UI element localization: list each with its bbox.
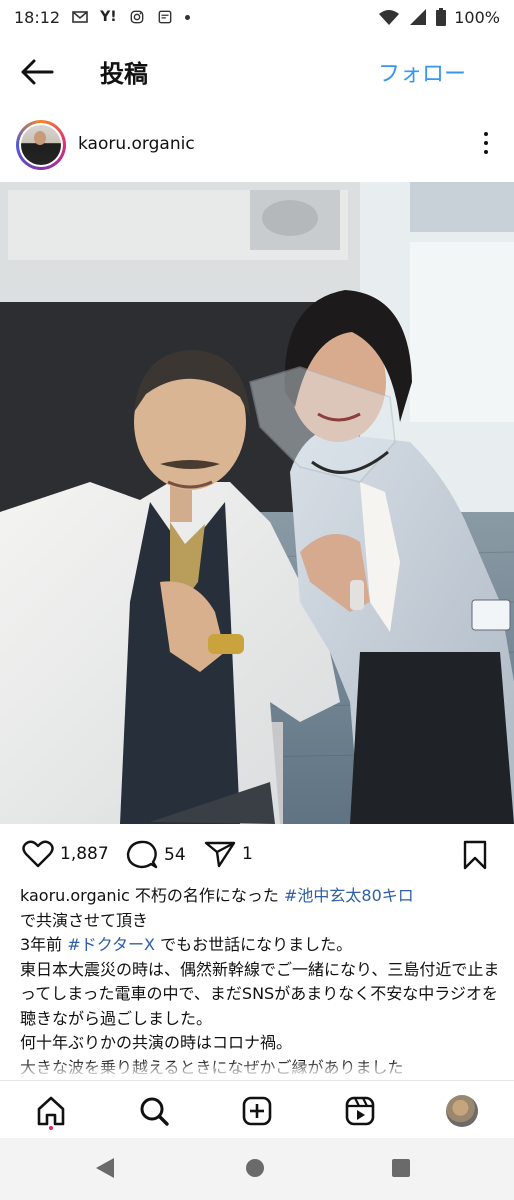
username[interactable]: kaoru.organic: [78, 134, 195, 154]
post-actions: 1,887 54 1: [0, 834, 514, 878]
post-header: 投稿 フォロー: [0, 40, 514, 104]
caption-text-3b: でもお世話になりました。: [155, 935, 353, 954]
caption-text-1: 不朽の名作になった: [129, 886, 284, 905]
tab-search[interactable]: [134, 1091, 174, 1131]
status-time: 18:12: [14, 7, 61, 27]
caption-line-5: 何十年ぶりかの共演の時はコロナ禍。: [20, 1033, 293, 1052]
post-photo-illustration: [0, 182, 514, 824]
follow-button[interactable]: フォロー: [378, 56, 466, 88]
post-author-row: kaoru.organic: [0, 116, 514, 176]
share-button[interactable]: 1: [204, 840, 253, 868]
yahoo-icon: Y!: [100, 9, 117, 25]
share-count: 1: [242, 844, 253, 864]
caption-fade: [0, 1060, 514, 1078]
post-caption: kaoru.organic 不朽の名作になった #池中玄太80キロ で共演させて…: [20, 884, 500, 1074]
wifi-icon: [379, 10, 400, 25]
system-nav-bar: [0, 1138, 514, 1200]
page-title: 投稿: [100, 60, 148, 88]
status-bar: 18:12 Y! 100%: [0, 0, 514, 34]
instagram-icon: [130, 10, 144, 24]
caption-line-1: kaoru.organic 不朽の名作になった #池中玄太80キロ: [20, 884, 500, 909]
hashtag-link[interactable]: #ドクターX: [67, 935, 155, 954]
caption-line-4: 東日本大震災の時は、偶然新幹線でご一緒になり、三島付近で止まってしまった電車の中…: [20, 959, 500, 1028]
news-icon: [158, 10, 172, 24]
search-icon: [140, 1097, 169, 1126]
home-icon: [37, 1096, 65, 1126]
caption-line-3: 3年前 #ドクターX でもお世話になりました。: [20, 933, 500, 958]
mail-icon: [72, 11, 88, 23]
signal-icon: [410, 9, 427, 25]
caption-text-3a: 3年前: [20, 935, 68, 954]
comment-count: 54: [164, 845, 186, 865]
comment-bubble-icon: [126, 840, 158, 869]
tab-reels[interactable]: [340, 1091, 380, 1131]
paper-plane-icon: [204, 841, 236, 868]
comment-button[interactable]: 54: [126, 840, 186, 870]
more-vertical-icon[interactable]: [482, 132, 490, 158]
caption-username[interactable]: kaoru.organic: [20, 886, 130, 905]
tab-create[interactable]: [237, 1091, 277, 1131]
tab-home[interactable]: [31, 1091, 71, 1131]
heart-icon: [22, 840, 54, 868]
battery-level: 100%: [454, 7, 500, 27]
profile-avatar: [446, 1095, 478, 1127]
avatar[interactable]: [16, 120, 66, 170]
caption-line-2: で共演させて頂き: [20, 910, 149, 930]
hashtag-link[interactable]: #池中玄太80キロ: [284, 886, 414, 905]
notification-dot-icon: [184, 14, 190, 20]
like-count: 1,887: [60, 844, 109, 864]
plus-square-icon: [242, 1096, 272, 1126]
tab-profile[interactable]: [442, 1091, 482, 1131]
battery-icon: [436, 8, 447, 26]
bookmark-icon: [463, 840, 487, 870]
nav-home-icon[interactable]: [244, 1157, 266, 1179]
save-button[interactable]: [462, 840, 488, 874]
bottom-tab-bar: [0, 1080, 514, 1136]
like-button[interactable]: 1,887: [22, 840, 109, 868]
post-photo[interactable]: [0, 182, 514, 824]
arrow-left-icon[interactable]: [20, 58, 54, 86]
nav-recents-icon[interactable]: [390, 1157, 412, 1179]
notification-dot: [49, 1126, 53, 1130]
nav-back-icon[interactable]: [94, 1156, 116, 1180]
reels-icon: [345, 1096, 375, 1126]
